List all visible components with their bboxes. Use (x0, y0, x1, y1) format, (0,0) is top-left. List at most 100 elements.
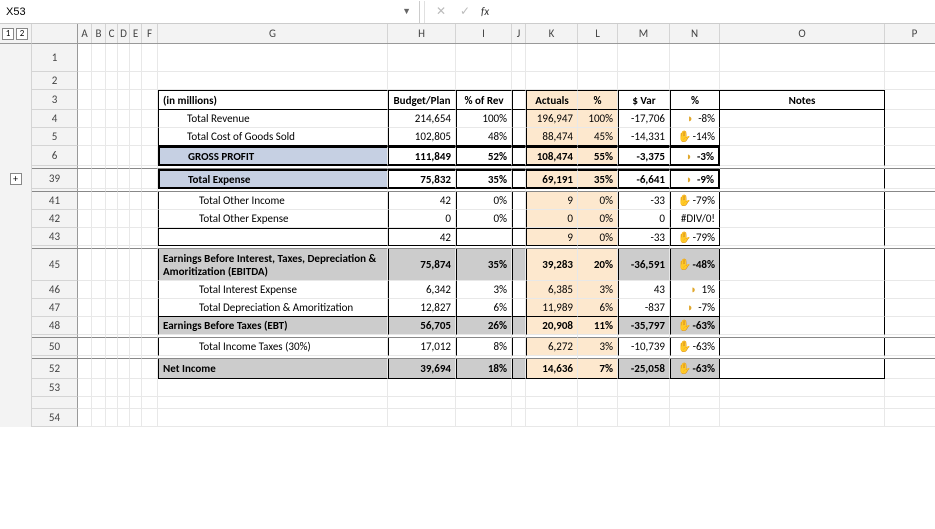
cell[interactable] (118, 228, 130, 246)
row-header[interactable]: 54 (32, 409, 78, 427)
header-units[interactable]: (in millions) (158, 90, 388, 110)
cell-notes[interactable] (720, 169, 885, 189)
row-header[interactable]: 50 (32, 338, 78, 356)
cell-vpct[interactable]: ◗1% (670, 281, 720, 299)
cell[interactable] (130, 299, 142, 317)
cell-notes[interactable] (720, 228, 885, 246)
cell-actuals[interactable]: 6,272 (526, 338, 578, 356)
cell[interactable] (885, 409, 935, 427)
cell[interactable] (142, 409, 158, 427)
col-header-D[interactable]: D (118, 24, 130, 43)
cell-notes[interactable] (720, 210, 885, 228)
cell-var[interactable]: -25,058 (618, 359, 670, 379)
cell-vpct[interactable]: ✋-79% (670, 192, 720, 210)
cell[interactable] (720, 72, 885, 90)
cell[interactable] (158, 44, 388, 72)
col-header-B[interactable]: B (92, 24, 106, 43)
cell-pctrev[interactable]: 8% (456, 338, 512, 356)
cell[interactable] (118, 397, 130, 409)
cell-notes[interactable] (720, 281, 885, 299)
cell[interactable] (130, 317, 142, 335)
cell-budget[interactable]: 214,654 (388, 110, 456, 128)
cell[interactable] (512, 409, 526, 427)
cell-gap[interactable] (512, 228, 526, 246)
cell[interactable] (92, 228, 106, 246)
cell[interactable] (526, 72, 578, 90)
cell-apct[interactable]: 11% (578, 317, 618, 335)
cell[interactable] (106, 72, 118, 90)
cell-pctrev[interactable]: 18% (456, 359, 512, 379)
cell[interactable] (885, 210, 935, 228)
cell[interactable] (885, 90, 935, 110)
cell[interactable] (78, 146, 92, 166)
cell[interactable] (92, 72, 106, 90)
cell[interactable] (92, 192, 106, 210)
row-header[interactable]: 4 (32, 110, 78, 128)
cell[interactable] (78, 128, 92, 146)
cell-pctrev[interactable]: 6% (456, 299, 512, 317)
cell-budget[interactable]: 111,849 (388, 146, 456, 166)
cell[interactable] (118, 249, 130, 281)
cell[interactable] (512, 379, 526, 397)
cell[interactable] (130, 169, 142, 189)
cell[interactable] (106, 210, 118, 228)
cell[interactable] (130, 210, 142, 228)
row-header[interactable]: 52 (32, 359, 78, 379)
cell[interactable] (130, 338, 142, 356)
cell[interactable] (130, 281, 142, 299)
cell-apct[interactable]: 0% (578, 228, 618, 246)
cell[interactable] (670, 379, 720, 397)
row-label[interactable]: Total Expense (158, 169, 388, 189)
cell-vpct[interactable]: ✋-48% (670, 249, 720, 281)
cell[interactable] (118, 281, 130, 299)
cell[interactable] (106, 317, 118, 335)
cell[interactable] (512, 44, 526, 72)
cell[interactable] (578, 397, 618, 409)
cell[interactable] (512, 397, 526, 409)
cell[interactable] (388, 409, 456, 427)
cell[interactable] (106, 359, 118, 379)
row-label[interactable]: Earnings Before Taxes (EBT) (158, 317, 388, 335)
cell[interactable] (92, 146, 106, 166)
cell[interactable] (618, 72, 670, 90)
row-header[interactable]: 42 (32, 210, 78, 228)
row-header[interactable]: 1 (32, 44, 78, 72)
row-header[interactable]: 2 (32, 72, 78, 90)
cell[interactable] (885, 228, 935, 246)
cell-actuals[interactable]: 39,283 (526, 249, 578, 281)
cell[interactable] (142, 397, 158, 409)
cell-vpct[interactable]: ◗-3% (670, 146, 720, 166)
cell-gap[interactable] (512, 359, 526, 379)
cell[interactable] (158, 72, 388, 90)
cell[interactable] (885, 249, 935, 281)
cell[interactable] (578, 44, 618, 72)
cell[interactable] (106, 338, 118, 356)
row-label[interactable]: Total Other Expense (158, 210, 388, 228)
cell[interactable] (885, 44, 935, 72)
cell[interactable] (78, 72, 92, 90)
cell[interactable] (92, 359, 106, 379)
cell[interactable] (142, 90, 158, 110)
cell[interactable] (130, 72, 142, 90)
header-budget[interactable]: Budget/Plan (388, 90, 456, 110)
cell[interactable] (142, 146, 158, 166)
cell[interactable] (130, 359, 142, 379)
cell-actuals[interactable]: 0 (526, 210, 578, 228)
cell[interactable] (92, 281, 106, 299)
row-label[interactable]: Net Income (158, 359, 388, 379)
outline-level-1[interactable]: 1 (2, 28, 14, 40)
cell[interactable] (142, 110, 158, 128)
cell-budget[interactable]: 42 (388, 228, 456, 246)
cell-vpct[interactable]: #DIV/0! (670, 210, 720, 228)
cell-vpct[interactable]: ✋-79% (670, 228, 720, 246)
cell-budget[interactable]: 42 (388, 192, 456, 210)
cell[interactable] (142, 338, 158, 356)
cell[interactable] (142, 249, 158, 281)
row-header[interactable] (32, 397, 78, 409)
cell-var[interactable]: -6,641 (618, 169, 670, 189)
row-label[interactable]: Total Other Income (158, 192, 388, 210)
grid-body[interactable]: (in millions)Budget/Plan% of RevActuals%… (78, 44, 935, 427)
cell[interactable] (618, 44, 670, 72)
row-label[interactable]: Total Revenue (158, 110, 388, 128)
cell-gap[interactable] (512, 317, 526, 335)
